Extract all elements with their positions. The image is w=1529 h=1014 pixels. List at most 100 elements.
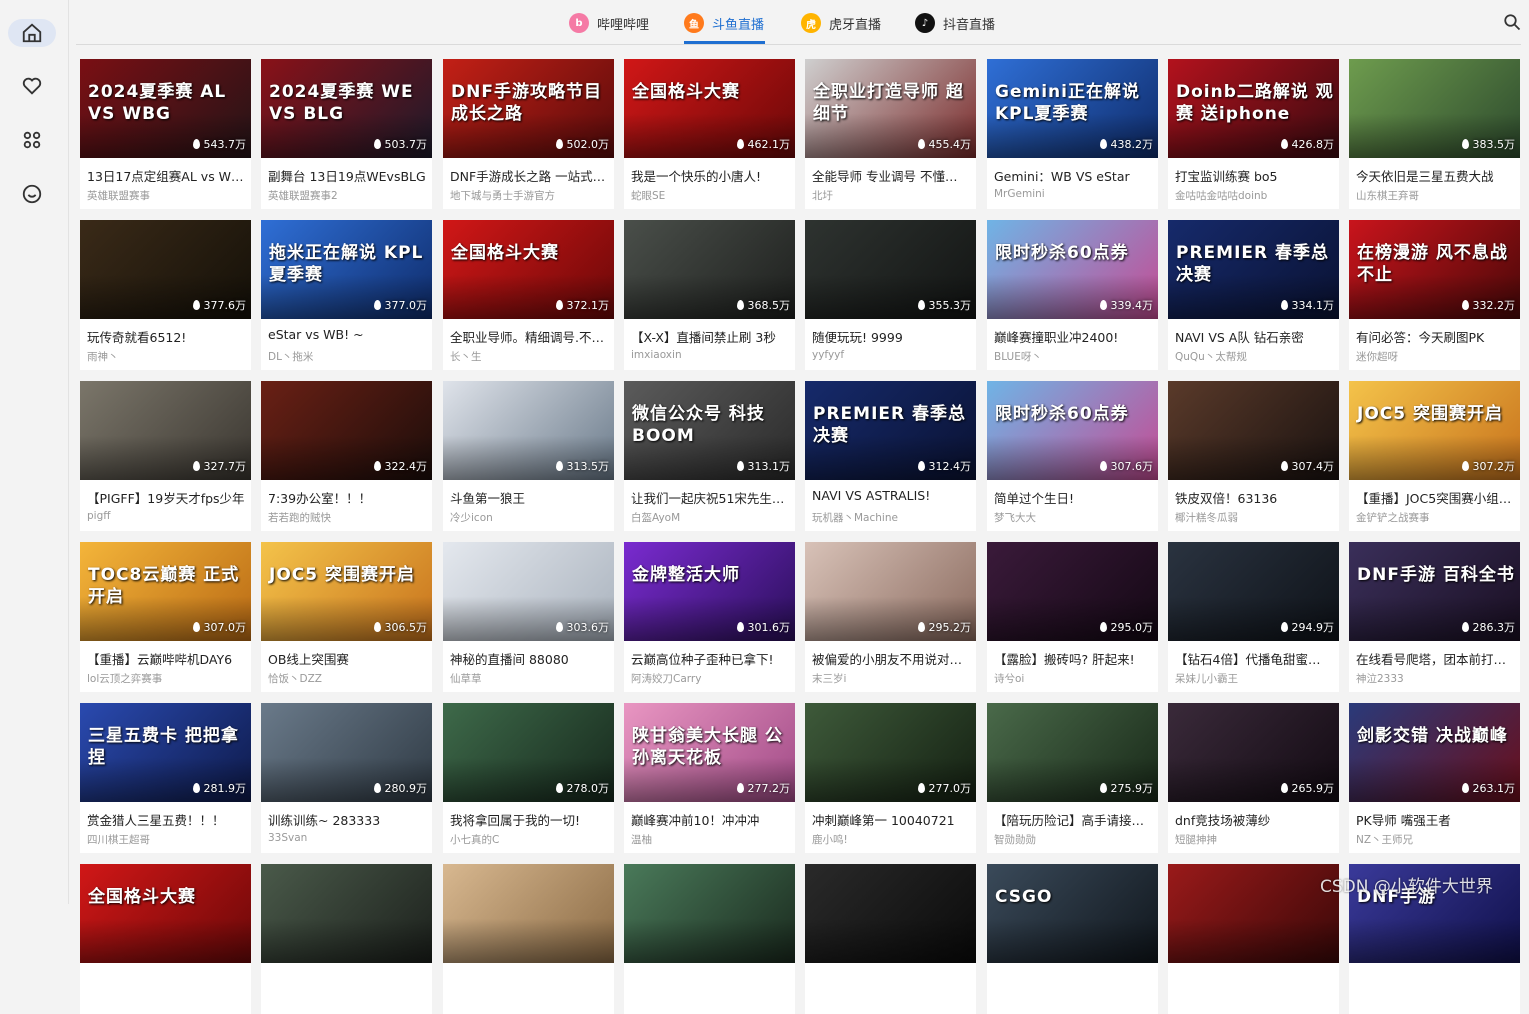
room-card[interactable]: 278.0万 我将拿回属于我的一切! 小七真的C [443, 703, 614, 853]
room-thumbnail[interactable]: 陕甘翁美大长腿 公孙离天花板 277.2万 [624, 703, 795, 802]
sidebar-item-categories[interactable] [8, 126, 56, 154]
room-card[interactable]: 295.2万 被偏爱的小朋友不用说对… 末三岁i [805, 542, 976, 692]
room-thumbnail[interactable]: 全国格斗大赛 [80, 864, 251, 963]
room-thumbnail[interactable]: Gemini正在解说 KPL夏季赛 438.2万 [987, 59, 1158, 158]
room-thumbnail[interactable]: TOC8云巅赛 正式开启 307.0万 [80, 542, 251, 641]
room-card[interactable]: 355.3万 随便玩玩! 9999 yyfyyf [805, 220, 976, 370]
room-card[interactable]: 2024夏季赛 WE VS BLG 503.7万 副舞台 13日19点WEvsBLG… [261, 59, 432, 209]
room-card[interactable]: 全国格斗大赛 462.1万 我是一个快乐的小唐人! 蛇眼SE [624, 59, 795, 209]
room-thumbnail[interactable]: 全职业打造导师 超细节 455.4万 [805, 59, 976, 158]
room-thumbnail[interactable]: 278.0万 [443, 703, 614, 802]
room-thumbnail[interactable]: 277.0万 [805, 703, 976, 802]
room-thumbnail[interactable]: 2024夏季赛 WE VS BLG 503.7万 [261, 59, 432, 158]
room-card[interactable]: DNF手游 百科全书 286.3万 在线看号爬塔，团本前打… 神泣2333 [1349, 542, 1520, 692]
room-thumbnail[interactable]: 265.9万 [1168, 703, 1339, 802]
room-card[interactable]: JOC5 突围赛开启 306.5万 OB线上突围赛 恰饭丶DZZ [261, 542, 432, 692]
room-card[interactable]: 2024夏季赛 AL VS WBG 543.7万 13日17点定组赛AL vs WB… [80, 59, 251, 209]
room-card[interactable]: Doinb二路解说 观赛 送iphone 426.8万 打宝监训练赛 bo5 金咕咕金… [1168, 59, 1339, 209]
room-thumbnail[interactable]: 383.5万 [1349, 59, 1520, 158]
room-card[interactable]: 剑影交错 决战巅峰 263.1万 PK导师 嘴强王者 NZ丶王师兄 [1349, 703, 1520, 853]
room-thumbnail[interactable]: 377.6万 [80, 220, 251, 319]
room-thumbnail[interactable]: 280.9万 [261, 703, 432, 802]
room-card[interactable]: 277.0万 冲刺巅峰第一 10040721 鹿小鸣! [805, 703, 976, 853]
room-thumbnail[interactable] [261, 864, 432, 963]
room-thumbnail[interactable] [624, 864, 795, 963]
sidebar-item-favorites[interactable] [8, 72, 56, 100]
room-thumbnail[interactable] [805, 864, 976, 963]
room-card[interactable] [624, 864, 795, 1014]
room-thumbnail[interactable]: 限时秒杀60点券 339.4万 [987, 220, 1158, 319]
room-card[interactable]: 全国格斗大赛 [80, 864, 251, 1014]
room-card[interactable]: PREMIER 春季总决赛 334.1万 NAVI VS A队 钻石亲密 QuQu丶太… [1168, 220, 1339, 370]
room-thumbnail[interactable]: 在榜漫游 风不息战不止 332.2万 [1349, 220, 1520, 319]
room-card[interactable]: 265.9万 dnf竞技场被薄纱 短腿抻抻 [1168, 703, 1339, 853]
room-card[interactable]: 金牌整活大师 301.6万 云巅高位种子歪种已拿下! 阿涛姣刀Carry [624, 542, 795, 692]
room-card[interactable]: 294.9万 【钻石4倍】代播龟甜蜜… 呆妹儿小霸王 [1168, 542, 1339, 692]
room-card[interactable]: 限时秒杀60点券 339.4万 巅峰赛撞职业冲2400! BLUE呀丶 [987, 220, 1158, 370]
room-card[interactable] [261, 864, 432, 1014]
room-card[interactable]: 280.9万 训练训练~ 283333 33Svan [261, 703, 432, 853]
room-thumbnail[interactable]: DNF手游 百科全书 286.3万 [1349, 542, 1520, 641]
room-card[interactable]: 327.7万 【PIGFF】19岁天才fps少年 pigff [80, 381, 251, 531]
room-card[interactable]: 322.4万 7:39办公室！！！ 若若跑的贼快 [261, 381, 432, 531]
room-card[interactable]: 275.9万 【陪玩历险记】高手请接… 智勋勋勋 [987, 703, 1158, 853]
room-thumbnail[interactable]: 368.5万 [624, 220, 795, 319]
room-card[interactable]: 377.6万 玩传奇就看6512! 雨神丶 [80, 220, 251, 370]
room-thumbnail[interactable]: 307.4万 [1168, 381, 1339, 480]
room-card[interactable]: 在榜漫游 风不息战不止 332.2万 有问必答：今天刷图PK 迷你超呀 [1349, 220, 1520, 370]
tab-douyu[interactable]: 鱼 斗鱼直播 [684, 11, 764, 35]
room-card[interactable] [805, 864, 976, 1014]
room-card[interactable]: 陕甘翁美大长腿 公孙离天花板 277.2万 巅峰赛冲前10！冲冲冲 温柚 [624, 703, 795, 853]
room-card[interactable]: PREMIER 春季总决赛 312.4万 NAVI VS ASTRALIS! 玩机器丶… [805, 381, 976, 531]
room-thumbnail[interactable]: 294.9万 [1168, 542, 1339, 641]
room-card[interactable]: JOC5 突围赛开启 307.2万 【重播】JOC5突围赛小组… 金铲铲之战赛事 [1349, 381, 1520, 531]
room-thumbnail[interactable]: 295.0万 [987, 542, 1158, 641]
tab-huya[interactable]: 虎 虎牙直播 [801, 11, 881, 35]
room-thumbnail[interactable]: 全国格斗大赛 462.1万 [624, 59, 795, 158]
room-thumbnail[interactable]: 2024夏季赛 AL VS WBG 543.7万 [80, 59, 251, 158]
room-thumbnail[interactable]: 355.3万 [805, 220, 976, 319]
room-thumbnail[interactable]: 限时秒杀60点券 307.6万 [987, 381, 1158, 480]
room-thumbnail[interactable]: 三星五费卡 把把拿捏 281.9万 [80, 703, 251, 802]
room-thumbnail[interactable]: 313.5万 [443, 381, 614, 480]
room-card[interactable]: TOC8云巅赛 正式开启 307.0万 【重播】云巅哔哔机DAY6 lol云顶之弈赛事 [80, 542, 251, 692]
room-thumbnail[interactable]: 303.6万 [443, 542, 614, 641]
room-thumbnail[interactable]: Doinb二路解说 观赛 送iphone 426.8万 [1168, 59, 1339, 158]
room-card[interactable]: 限时秒杀60点券 307.6万 简单过个生日! 梦飞大大 [987, 381, 1158, 531]
room-thumbnail[interactable] [443, 864, 614, 963]
room-thumbnail[interactable]: 微信公众号 科技BOOM 313.1万 [624, 381, 795, 480]
room-thumbnail[interactable]: 全国格斗大赛 372.1万 [443, 220, 614, 319]
room-thumbnail[interactable]: 327.7万 [80, 381, 251, 480]
room-card[interactable]: 368.5万 【X-X】直播间禁止刷 3秒 imxiaoxin [624, 220, 795, 370]
room-card[interactable]: 三星五费卡 把把拿捏 281.9万 赏金猎人三星五费！！！ 四川棋王超哥 [80, 703, 251, 853]
room-thumbnail[interactable]: 金牌整活大师 301.6万 [624, 542, 795, 641]
room-card[interactable]: 295.0万 【露脸】搬砖吗? 肝起来! 诗兮oi [987, 542, 1158, 692]
room-thumbnail[interactable]: DNF手游攻略节目 成长之路 502.0万 [443, 59, 614, 158]
sidebar-item-profile[interactable] [8, 180, 56, 208]
room-card[interactable]: 微信公众号 科技BOOM 313.1万 让我们一起庆祝51宋先生… 白盔AyoM [624, 381, 795, 531]
room-thumbnail[interactable]: PREMIER 春季总决赛 312.4万 [805, 381, 976, 480]
room-card[interactable]: 拖米正在解说 KPL夏季赛 377.0万 eStar vs WB! ~ DL丶拖米 [261, 220, 432, 370]
room-thumbnail[interactable]: 295.2万 [805, 542, 976, 641]
tab-douyin[interactable]: ♪ 抖音直播 [915, 11, 995, 35]
room-card[interactable] [1168, 864, 1339, 1014]
tab-bilibili[interactable]: b 哔哩哔哩 [569, 11, 649, 35]
room-card[interactable]: Gemini正在解说 KPL夏季赛 438.2万 Gemini：WB VS eSta… [987, 59, 1158, 209]
room-thumbnail[interactable]: 剑影交错 决战巅峰 263.1万 [1349, 703, 1520, 802]
room-card[interactable] [443, 864, 614, 1014]
room-thumbnail[interactable]: 拖米正在解说 KPL夏季赛 377.0万 [261, 220, 432, 319]
room-thumbnail[interactable]: JOC5 突围赛开启 306.5万 [261, 542, 432, 641]
room-thumbnail[interactable]: 322.4万 [261, 381, 432, 480]
search-icon[interactable] [1503, 13, 1521, 31]
room-thumbnail[interactable]: PREMIER 春季总决赛 334.1万 [1168, 220, 1339, 319]
room-card[interactable]: 383.5万 今天依旧是三星五费大战 山东棋王弃哥 [1349, 59, 1520, 209]
room-card[interactable]: 303.6万 神秘的直播间 88080 仙草草 [443, 542, 614, 692]
room-thumbnail[interactable]: JOC5 突围赛开启 307.2万 [1349, 381, 1520, 480]
room-thumbnail[interactable]: CSGO [987, 864, 1158, 963]
room-card[interactable]: 全职业打造导师 超细节 455.4万 全能导师 专业调号 不懂… 北圩 [805, 59, 976, 209]
room-card[interactable]: 313.5万 斗鱼第一狼王 冷少icon [443, 381, 614, 531]
room-card[interactable]: DNF手游攻略节目 成长之路 502.0万 DNF手游成长之路 一站式… 地下城与勇士… [443, 59, 614, 209]
room-card[interactable]: CSGO [987, 864, 1158, 1014]
sidebar-item-home[interactable] [8, 19, 56, 47]
room-thumbnail[interactable]: 275.9万 [987, 703, 1158, 802]
